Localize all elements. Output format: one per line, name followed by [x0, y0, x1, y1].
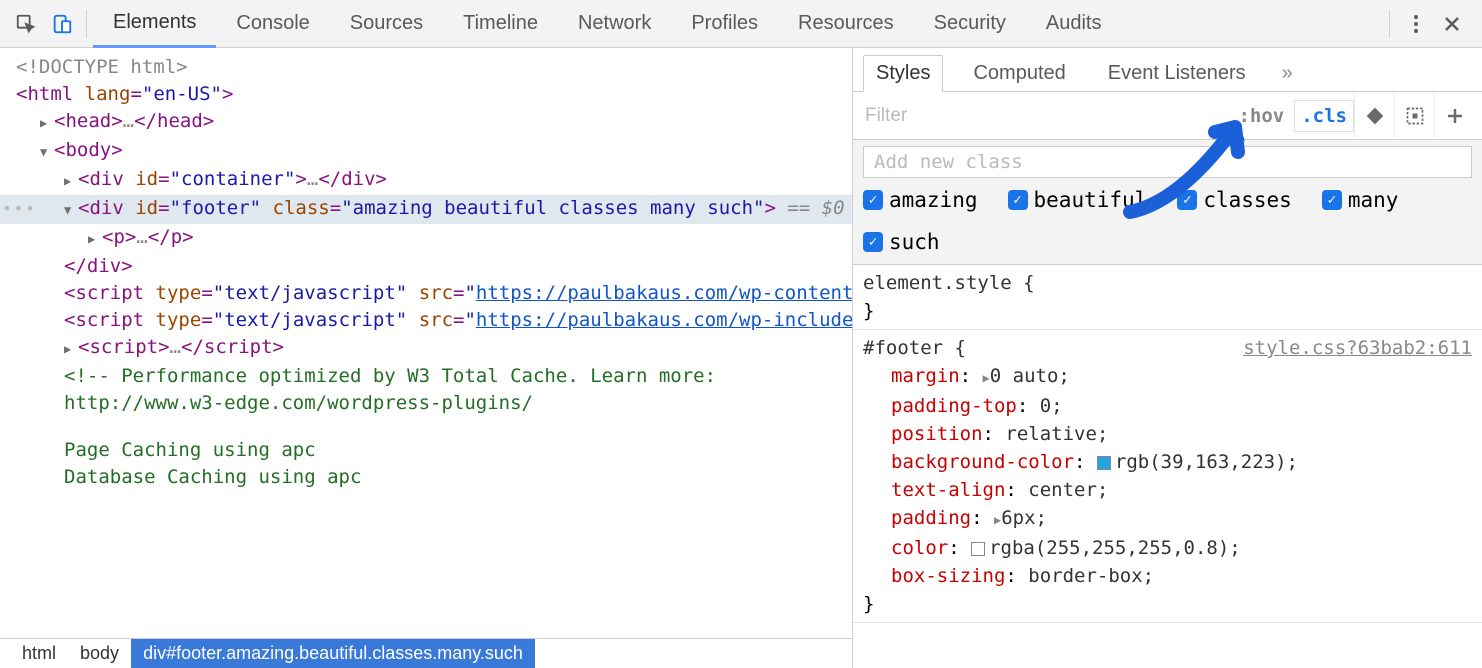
dollar-zero: == $0 — [776, 197, 845, 219]
subtab-computed[interactable]: Computed — [961, 56, 1077, 91]
rule-close-brace: } — [863, 297, 1472, 325]
prop-text-align[interactable]: text-align: center; — [891, 476, 1472, 504]
divider — [1389, 10, 1390, 38]
color-swatch-icon[interactable] — [971, 542, 985, 556]
breadcrumb: html body div#footer.amazing.beautiful.c… — [0, 638, 852, 668]
close-icon[interactable] — [1434, 6, 1470, 42]
divider — [86, 10, 87, 38]
checkbox-icon: ✓ — [1177, 190, 1197, 210]
tab-resources[interactable]: Resources — [778, 0, 914, 48]
checkbox-icon: ✓ — [1008, 190, 1028, 210]
add-class-input[interactable] — [863, 146, 1472, 178]
comment-blank — [16, 417, 852, 437]
footer-close-tag[interactable]: </div> — [16, 253, 852, 280]
class-check-classes[interactable]: ✓classes — [1177, 188, 1292, 212]
hov-toggle[interactable]: :hov — [1228, 105, 1294, 127]
doctype-node[interactable]: <!DOCTYPE html> — [16, 56, 188, 78]
comment-node-2[interactable]: Page Caching using apc — [16, 437, 852, 464]
tab-network[interactable]: Network — [558, 0, 671, 48]
script-node-1[interactable]: <script type="text/javascript" src="http… — [16, 280, 852, 307]
subtab-event-listeners[interactable]: Event Listeners — [1096, 56, 1258, 91]
prop-box-sizing[interactable]: box-sizing: border-box; — [891, 562, 1472, 590]
prop-color[interactable]: color: rgba(255,255,255,0.8); — [891, 534, 1472, 562]
new-style-rule-icon[interactable] — [1434, 92, 1474, 140]
container-node[interactable]: ▶<div id="container">…</div> — [16, 166, 852, 195]
device-toggle-icon[interactable] — [44, 6, 80, 42]
element-style-rule[interactable]: element.style { } — [853, 265, 1482, 330]
styles-filter-bar: :hov .cls — [853, 92, 1482, 140]
prop-padding[interactable]: padding: ▶6px; — [891, 504, 1472, 534]
class-check-beautiful[interactable]: ✓beautiful — [1008, 188, 1148, 212]
elements-panel: <!DOCTYPE html> <html lang="en-US"> ▶<he… — [0, 48, 853, 668]
tab-profiles[interactable]: Profiles — [671, 0, 778, 48]
tab-timeline[interactable]: Timeline — [443, 0, 558, 48]
dom-tree[interactable]: <!DOCTYPE html> <html lang="en-US"> ▶<he… — [0, 48, 852, 638]
footer-node-selected[interactable]: ••• ▼<div id="footer" class="amazing bea… — [0, 195, 852, 224]
rule-close-brace: } — [863, 590, 1472, 618]
cls-toggle[interactable]: .cls — [1294, 100, 1354, 132]
comment-node-3[interactable]: Database Caching using apc — [16, 464, 852, 491]
checkbox-icon: ✓ — [863, 190, 883, 210]
prop-padding-top[interactable]: padding-top: 0; — [891, 392, 1472, 420]
checkbox-icon: ✓ — [1322, 190, 1342, 210]
selector-element-style: element.style { — [863, 269, 1472, 297]
classes-panel: ✓amazing ✓beautiful ✓classes ✓many ✓such — [853, 140, 1482, 265]
script-node-2[interactable]: <script type="text/javascript" src="http… — [16, 307, 852, 334]
footer-rule[interactable]: #footer { style.css?63bab2:611 margin: ▶… — [853, 330, 1482, 623]
html-open-tag[interactable]: <html lang="en-US"> — [16, 81, 852, 108]
overflow-menu-icon[interactable]: » — [1276, 56, 1299, 91]
subtab-styles[interactable]: Styles — [863, 55, 943, 92]
tag-icon[interactable] — [1354, 92, 1394, 140]
inspect-icon[interactable] — [8, 6, 44, 42]
styles-filter-input[interactable] — [865, 105, 1228, 127]
prop-position[interactable]: position: relative; — [891, 420, 1472, 448]
kebab-menu-icon[interactable] — [1398, 6, 1434, 42]
breadcrumb-body[interactable]: body — [68, 639, 131, 668]
prop-margin[interactable]: margin: ▶0 auto; — [891, 362, 1472, 392]
class-check-amazing[interactable]: ✓amazing — [863, 188, 978, 212]
styles-subtabs: Styles Computed Event Listeners » — [853, 48, 1482, 92]
color-swatch-icon[interactable] — [1097, 456, 1111, 470]
class-check-many[interactable]: ✓many — [1322, 188, 1399, 212]
comment-node-1[interactable]: <!-- Performance optimized by W3 Total C… — [16, 363, 776, 417]
head-node[interactable]: ▶<head>…</head> — [16, 108, 852, 137]
script-node-3[interactable]: ▶<script>…</script> — [16, 334, 852, 363]
styles-rules: element.style { } #footer { style.css?63… — [853, 265, 1482, 668]
box-model-icon[interactable] — [1394, 92, 1434, 140]
breadcrumb-footer[interactable]: div#footer.amazing.beautiful.classes.man… — [131, 639, 535, 668]
styles-panel: Styles Computed Event Listeners » :hov .… — [853, 48, 1482, 668]
source-link[interactable]: style.css?63bab2:611 — [1243, 334, 1472, 362]
prop-background-color[interactable]: background-color: rgb(39,163,223); — [891, 448, 1472, 476]
tab-elements[interactable]: Elements — [93, 0, 216, 48]
class-check-such[interactable]: ✓such — [863, 230, 940, 254]
tab-security[interactable]: Security — [914, 0, 1026, 48]
devtools-top-tabs: Elements Console Sources Timeline Networ… — [0, 0, 1482, 48]
breadcrumb-html[interactable]: html — [10, 639, 68, 668]
tab-audits[interactable]: Audits — [1026, 0, 1122, 48]
selector-footer: #footer { — [863, 334, 966, 362]
tab-sources[interactable]: Sources — [330, 0, 443, 48]
class-checkboxes: ✓amazing ✓beautiful ✓classes ✓many ✓such — [863, 188, 1472, 254]
body-open-tag[interactable]: ▼<body> — [16, 137, 852, 166]
tab-console[interactable]: Console — [216, 0, 329, 48]
row-actions-icon[interactable]: ••• — [2, 195, 37, 222]
checkbox-icon: ✓ — [863, 232, 883, 252]
p-node[interactable]: ▶<p>…</p> — [16, 224, 852, 253]
